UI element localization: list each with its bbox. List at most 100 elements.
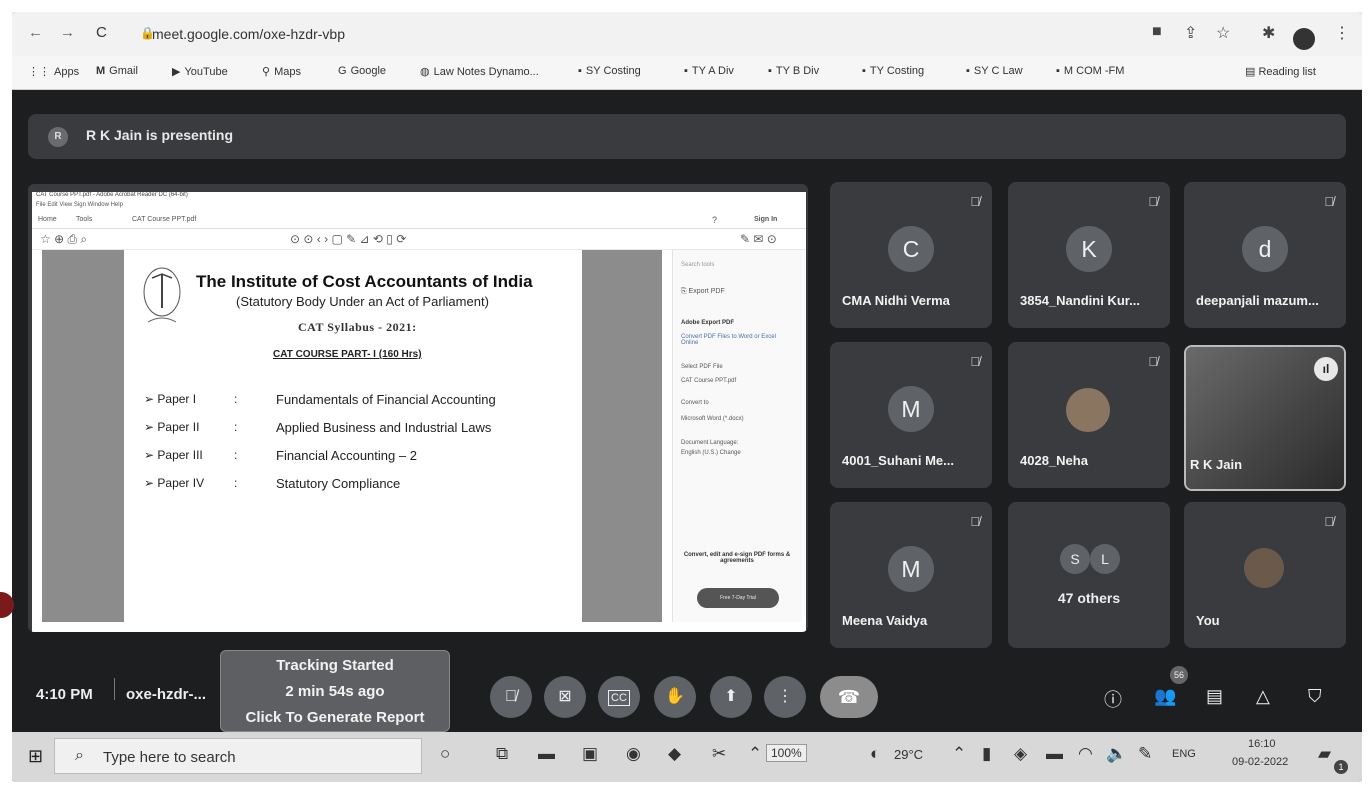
reading-list-icon: ▤ (1245, 66, 1259, 78)
paper-title: Applied Business and Industrial Laws (276, 420, 492, 435)
temperature[interactable]: 29°C (894, 747, 923, 762)
forward-icon[interactable]: → (60, 24, 75, 41)
tools-search-input[interactable]: Search tools (681, 262, 714, 268)
self-tile[interactable]: 🎙̸ You (1184, 502, 1346, 648)
search-icon: ⌕ (75, 747, 84, 764)
avatar: L (1090, 544, 1120, 574)
shared-screen: CAT Course PPT.pdf - Adobe Acrobat Reade… (28, 184, 808, 632)
language-indicator[interactable]: ENG (1172, 748, 1196, 760)
participant-tile-active-speaker[interactable]: ıl R K Jain (1184, 345, 1346, 491)
others-tile[interactable]: S L 47 others (1008, 502, 1170, 648)
menu-icon[interactable]: ⋮ (1334, 23, 1350, 43)
present-button[interactable]: ⬆ (710, 676, 752, 718)
chevron-up-icon[interactable]: ⌃ (748, 744, 762, 764)
chrome-icon[interactable]: ◉ (626, 744, 641, 764)
bookmark-youtube[interactable]: ▶ YouTube (172, 65, 228, 78)
leave-call-button[interactable]: ☎ (820, 676, 878, 718)
clock-date[interactable]: 09-02-2022 (1232, 756, 1288, 768)
toolbar-icons-left[interactable]: ☆ ⊕ ⎙ ⌕ (40, 232, 87, 247)
language-value[interactable]: English (U.S.) Change (681, 450, 741, 456)
bookmark-gmail[interactable]: M Gmail (96, 65, 138, 77)
institute-name: The Institute of Cost Accountants of Ind… (196, 272, 533, 291)
participant-tile[interactable]: 🎙̸ 4028_Neha (1008, 342, 1170, 488)
app-icon[interactable]: ◆ (668, 744, 681, 764)
snipping-tool-icon[interactable]: ✂ (712, 744, 726, 764)
host-controls-icon[interactable]: ⛉ (1308, 686, 1322, 707)
address-bar[interactable]: meet.google.com/oxe-hzdr-vbp (152, 26, 345, 42)
task-view-icon[interactable]: ⧉ (496, 744, 508, 764)
taskbar-search-box[interactable]: ⌕ Type here to search (54, 738, 422, 774)
export-pdf-item[interactable]: ⎘ Export PDF (681, 288, 725, 296)
activities-icon[interactable]: △ (1256, 686, 1270, 707)
participant-tile[interactable]: 🎙̸ M 4001_Suhani Me... (830, 342, 992, 488)
bookmark-ty-a-div[interactable]: ▪ TY A Div (684, 65, 734, 77)
bookmark-ty-costing[interactable]: ▪ TY Costing (862, 65, 924, 77)
clock-time[interactable]: 16:10 (1248, 738, 1276, 750)
more-icon: ⋮ (777, 688, 793, 705)
mic-off-icon: 🎙̸ (970, 194, 980, 209)
toolbar-icons-center[interactable]: ⊙ ⊙ ‹ › ▢ ✎ ⊿ ⟲ ▯ ⟳ (290, 232, 406, 246)
help-icon[interactable]: ? (712, 215, 717, 225)
info-icon[interactable]: ⓘ (1104, 686, 1122, 712)
bookmark-sy-c-law[interactable]: ▪ SY C Law (966, 65, 1023, 77)
tab-tools[interactable]: Tools (76, 216, 92, 223)
wifi-icon[interactable]: ◠ (1078, 744, 1093, 764)
bookmark-m-com-fm[interactable]: ▪ M COM -FM (1056, 65, 1124, 77)
generate-report-link[interactable]: Click To Generate Report (221, 705, 449, 731)
tracking-popup[interactable]: Tracking Started 2 min 54s ago Click To … (220, 650, 450, 732)
folder-icon: ▪ (966, 65, 970, 77)
share-icon[interactable]: ⇪ (1184, 23, 1197, 43)
participant-tile[interactable]: 🎙̸ C CMA Nidhi Verma (830, 182, 992, 328)
file-explorer-icon[interactable]: ▬ (538, 744, 555, 764)
mic-tray-icon[interactable]: ▮ (982, 744, 991, 764)
tray-app-icon[interactable]: ◈ (1014, 744, 1027, 764)
extensions-icon[interactable]: ✱ (1262, 23, 1275, 43)
participant-tile[interactable]: 🎙̸ d deepanjali mazum... (1184, 182, 1346, 328)
reload-icon[interactable]: C (96, 24, 107, 41)
raise-hand-button[interactable]: ✋ (654, 676, 696, 718)
notification-badge: 1 (1334, 760, 1348, 774)
bookmark-law-notes[interactable]: ◍ Law Notes Dynamo... (420, 65, 539, 78)
mic-off-icon: 🎙̸ (970, 354, 980, 369)
camera-toggle-button[interactable]: ⊠ (544, 676, 586, 718)
notification-icon[interactable]: ▰ (1318, 744, 1331, 764)
bookmark-google[interactable]: G Google (338, 65, 386, 77)
bookmark-maps[interactable]: ⚲ Maps (262, 65, 301, 78)
tab-home[interactable]: Home (38, 216, 57, 223)
bookmark-apps[interactable]: ⋮⋮ Apps (28, 65, 79, 78)
tray-chevron-icon[interactable]: ⌃ (952, 744, 966, 764)
chat-icon[interactable]: ▤ (1206, 686, 1223, 707)
convert-label: Convert to (681, 400, 709, 406)
gmail-icon: M (96, 65, 106, 77)
battery-icon[interactable]: ▬ (1046, 744, 1063, 764)
windows-start-icon[interactable]: ⊞ (28, 746, 43, 767)
profile-avatar[interactable] (1293, 28, 1315, 50)
presenting-banner: R R K Jain is presenting (28, 114, 1346, 159)
selected-file[interactable]: CAT Course PPT.pdf (681, 378, 736, 384)
mic-toggle-button[interactable]: 🎙̸ (490, 676, 532, 718)
toolbar-icons-right[interactable]: ✎ ✉ ⊙ (740, 232, 777, 246)
captions-button[interactable]: CC (598, 676, 640, 718)
free-trial-button[interactable]: Free 7-Day Trial (697, 588, 779, 608)
screenshot: ← → C 🔒 meet.google.com/oxe-hzdr-vbp ■ ⇪… (0, 0, 1370, 786)
pen-icon[interactable]: ✎ (1138, 744, 1152, 764)
star-icon[interactable]: ☆ (1216, 23, 1230, 43)
more-options-button[interactable]: ⋮ (764, 676, 806, 718)
bookmark-sy-costing[interactable]: ▪ SY Costing (578, 65, 641, 77)
sign-in-button[interactable]: Sign In (754, 216, 777, 223)
reading-list-button[interactable]: ▤ Reading list (1245, 65, 1316, 78)
participant-tile[interactable]: 🎙̸ K 3854_Nandini Kur... (1008, 182, 1170, 328)
zoom-indicator[interactable]: 100% (766, 744, 807, 762)
excel-icon[interactable]: ▣ (582, 744, 598, 764)
people-icon[interactable]: 👥 (1154, 686, 1176, 707)
participant-tile[interactable]: 🎙̸ M Meena Vaidya (830, 502, 992, 648)
bookmark-ty-b-div[interactable]: ▪ TY B Div (768, 65, 819, 77)
cortana-icon[interactable]: ○ (440, 744, 450, 764)
camera-icon[interactable]: ■ (1152, 23, 1162, 41)
volume-icon[interactable]: 🔈 (1106, 744, 1127, 764)
convert-select[interactable]: Microsoft Word (*.docx) (681, 416, 744, 422)
meeting-code[interactable]: oxe-hzdr-... (126, 686, 206, 703)
mic-off-icon: 🎙̸ (1148, 354, 1158, 369)
tab-document[interactable]: CAT Course PPT.pdf (132, 216, 196, 223)
back-icon[interactable]: ← (28, 24, 43, 41)
